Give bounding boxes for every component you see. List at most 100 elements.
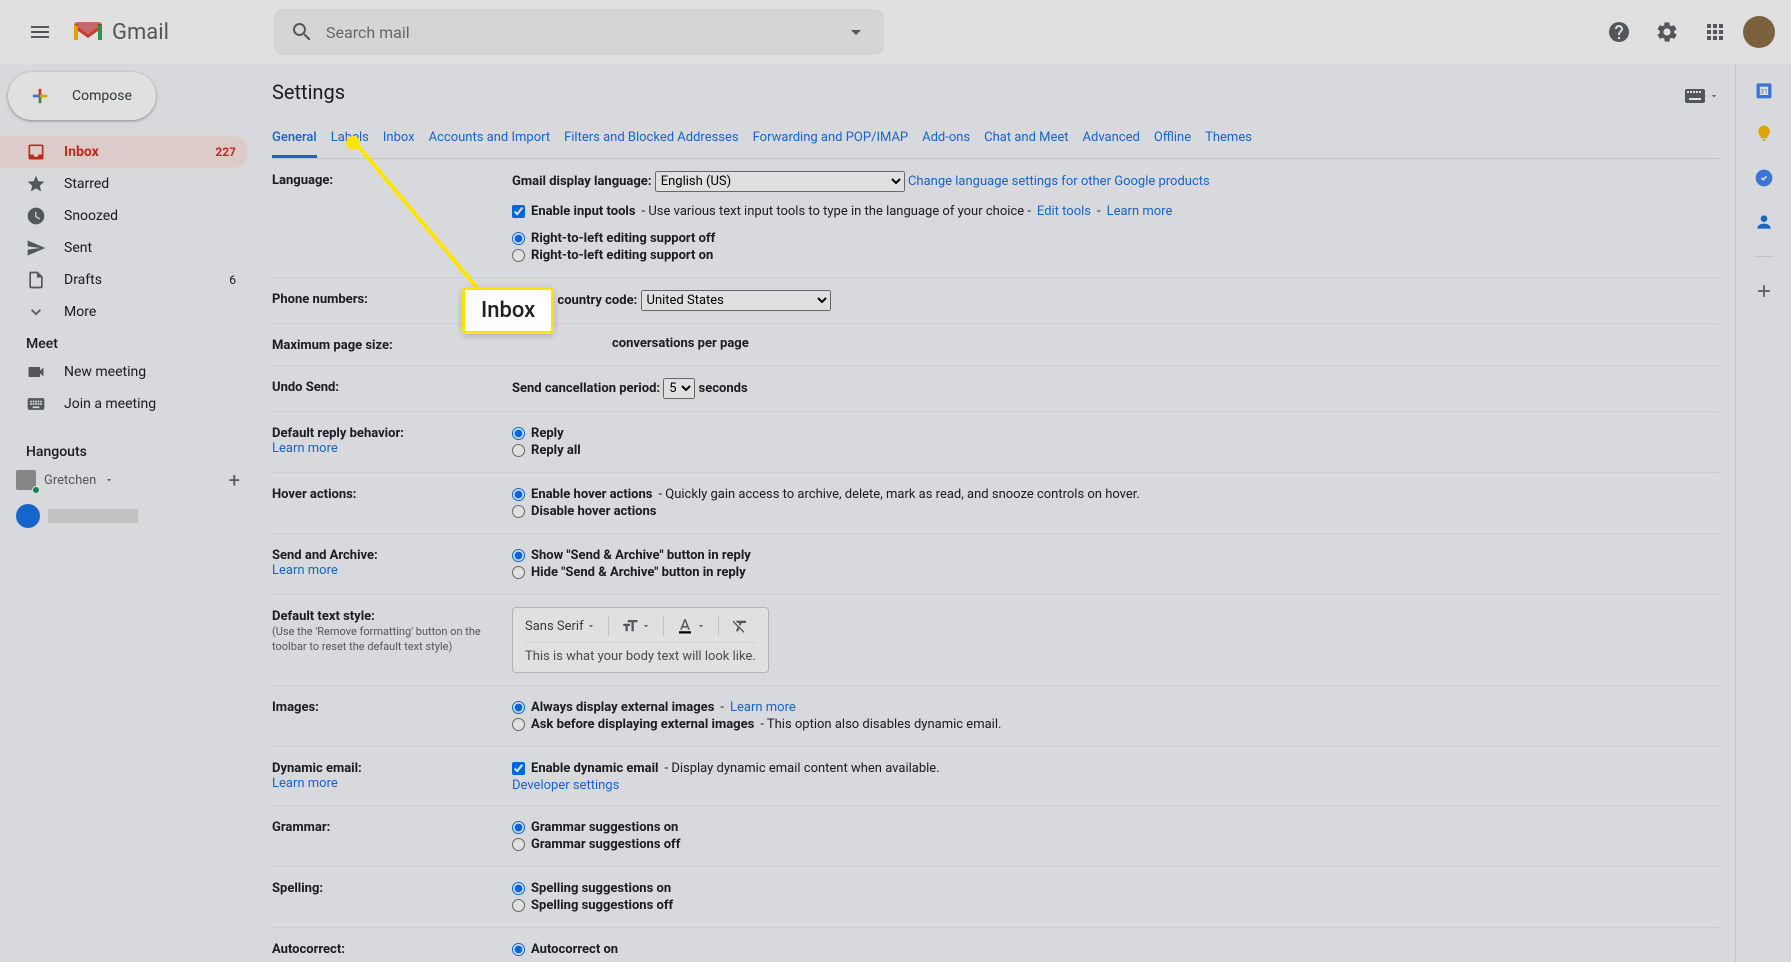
support-icon[interactable] <box>1599 12 1639 52</box>
disable-hover-label: Disable hover actions <box>531 504 656 519</box>
sidebar-item-drafts[interactable]: Drafts 6 <box>0 264 248 296</box>
sidebar-item-new-meeting[interactable]: New meeting <box>0 356 248 388</box>
meet-section-header: Meet <box>0 328 256 356</box>
ask-images-label: Ask before displaying external images <box>531 717 754 732</box>
sidebar-item-sent[interactable]: Sent <box>0 232 248 264</box>
input-tools-learn-more[interactable]: Learn more <box>1107 204 1173 219</box>
reply-radio[interactable] <box>512 427 525 440</box>
seconds-label: seconds <box>699 381 748 396</box>
archive-label: Send and Archive: <box>272 548 378 563</box>
disable-hover-radio[interactable] <box>512 505 525 518</box>
undo-label: Undo Send: <box>272 378 512 399</box>
language-select[interactable]: English (US) <box>655 171 905 192</box>
search-options-icon[interactable] <box>844 20 868 44</box>
account-avatar[interactable] <box>1743 16 1775 48</box>
chevron-down-icon <box>1709 91 1719 101</box>
compose-plus-icon <box>24 80 56 112</box>
keep-panel-icon[interactable] <box>1754 124 1774 144</box>
tab-themes[interactable]: Themes <box>1205 120 1252 158</box>
autocorrect-on-radio[interactable] <box>512 943 525 956</box>
tasks-panel-icon[interactable] <box>1754 168 1774 188</box>
text-style-toolbar: Sans Serif This is what your body text w… <box>512 607 769 673</box>
dynamic-learn-more[interactable]: Learn more <box>272 776 338 791</box>
undo-seconds-select[interactable]: 5 <box>663 378 695 399</box>
edit-tools-link[interactable]: Edit tools <box>1037 204 1091 219</box>
sent-label: Sent <box>64 240 236 256</box>
tab-accounts[interactable]: Accounts and Import <box>429 120 550 158</box>
images-learn-more[interactable]: Learn more <box>730 700 796 715</box>
change-language-link[interactable]: Change language settings for other Googl… <box>908 174 1210 189</box>
hangout-username: Gretchen <box>44 473 96 488</box>
hide-archive-label: Hide "Send & Archive" button in reply <box>531 565 746 580</box>
grammar-on-radio[interactable] <box>512 821 525 834</box>
rtl-on-radio[interactable] <box>512 249 525 262</box>
developer-settings-link[interactable]: Developer settings <box>512 778 619 793</box>
font-family-select[interactable]: Sans Serif <box>525 619 596 634</box>
show-archive-radio[interactable] <box>512 549 525 562</box>
chevron-down-icon <box>26 302 46 322</box>
spelling-on-label: Spelling suggestions on <box>531 881 671 896</box>
autocorrect-on-label: Autocorrect on <box>531 942 618 957</box>
sidebar-item-inbox[interactable]: Inbox 227 <box>0 136 248 168</box>
grammar-on-label: Grammar suggestions on <box>531 820 678 835</box>
show-archive-label: Show "Send & Archive" button in reply <box>531 548 751 563</box>
page-title: Settings <box>272 80 345 104</box>
tab-filters[interactable]: Filters and Blocked Addresses <box>564 120 739 158</box>
more-label: More <box>64 304 236 320</box>
tab-inbox[interactable]: Inbox <box>383 120 415 158</box>
always-images-radio[interactable] <box>512 701 525 714</box>
font-size-select[interactable] <box>621 617 651 635</box>
reply-all-radio[interactable] <box>512 444 525 457</box>
hangouts-user-row[interactable]: Gretchen + <box>0 464 256 496</box>
enable-input-tools-checkbox[interactable] <box>512 205 525 218</box>
search-icon <box>290 20 314 44</box>
hide-archive-radio[interactable] <box>512 566 525 579</box>
remove-formatting-button[interactable] <box>731 617 749 635</box>
spelling-on-radio[interactable] <box>512 882 525 895</box>
gmail-logo[interactable]: Gmail <box>64 20 244 45</box>
spelling-off-radio[interactable] <box>512 899 525 912</box>
hamburger-menu[interactable] <box>16 8 64 56</box>
sidebar-item-join-meeting[interactable]: Join a meeting <box>0 388 248 420</box>
enable-dynamic-checkbox[interactable] <box>512 762 525 775</box>
country-code-select[interactable]: United States <box>641 290 831 311</box>
ask-images-radio[interactable] <box>512 718 525 731</box>
enable-hover-radio[interactable] <box>512 488 525 501</box>
tab-forwarding[interactable]: Forwarding and POP/IMAP <box>753 120 909 158</box>
starred-label: Starred <box>64 176 236 192</box>
status-avatar <box>16 504 40 528</box>
reply-learn-more[interactable]: Learn more <box>272 441 338 456</box>
tab-general[interactable]: General <box>272 120 317 158</box>
add-hangout-icon[interactable]: + <box>229 468 240 492</box>
sidebar-item-more[interactable]: More <box>0 296 248 328</box>
reply-label: Default reply behavior: <box>272 426 404 441</box>
style-sample-text: This is what your body text will look li… <box>525 649 756 664</box>
chevron-down-icon[interactable] <box>104 475 114 485</box>
input-tool-selector[interactable] <box>1685 89 1719 103</box>
enable-input-tools-label: Enable input tools <box>531 204 636 219</box>
sidebar-item-snoozed[interactable]: Snoozed <box>0 200 248 232</box>
tab-addons[interactable]: Add-ons <box>922 120 970 158</box>
tab-chat[interactable]: Chat and Meet <box>984 120 1068 158</box>
autocorrect-label: Autocorrect: <box>272 940 512 959</box>
gmail-brand-text: Gmail <box>112 20 169 45</box>
search-bar[interactable] <box>274 9 884 55</box>
compose-button[interactable]: Compose <box>8 72 156 120</box>
annotation-callout: Inbox <box>462 287 554 334</box>
reply-option-label: Reply <box>531 426 564 441</box>
spelling-off-label: Spelling suggestions off <box>531 898 673 913</box>
settings-icon[interactable] <box>1647 12 1687 52</box>
hangout-status-row[interactable] <box>0 496 256 536</box>
contacts-panel-icon[interactable] <box>1754 212 1774 232</box>
add-panel-icon[interactable] <box>1754 281 1774 301</box>
grammar-off-radio[interactable] <box>512 838 525 851</box>
calendar-panel-icon[interactable]: 31 <box>1754 80 1774 100</box>
tab-advanced[interactable]: Advanced <box>1083 120 1140 158</box>
sidebar-item-starred[interactable]: Starred <box>0 168 248 200</box>
apps-icon[interactable] <box>1695 12 1735 52</box>
rtl-off-radio[interactable] <box>512 232 525 245</box>
text-color-select[interactable] <box>676 617 706 635</box>
archive-learn-more[interactable]: Learn more <box>272 563 338 578</box>
tab-offline[interactable]: Offline <box>1154 120 1191 158</box>
search-input[interactable] <box>326 23 844 42</box>
